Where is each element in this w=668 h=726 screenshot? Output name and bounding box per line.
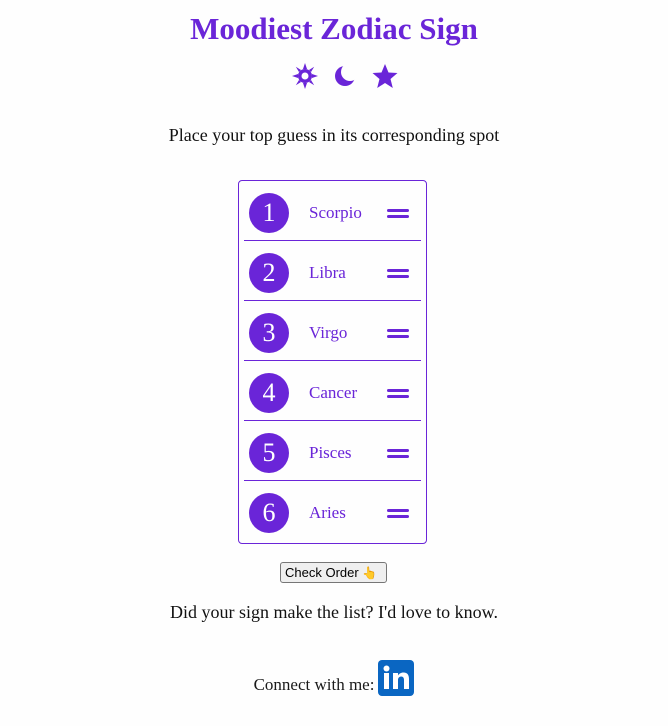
ranking-list: 1 Scorpio 2 Libra 3 Virgo 4 Cancer 5 Pis… bbox=[238, 180, 427, 544]
decoration-icons bbox=[0, 62, 668, 90]
drag-handle-icon[interactable] bbox=[387, 268, 409, 279]
sign-name: Libra bbox=[309, 263, 346, 282]
drag-handle-icon[interactable] bbox=[387, 388, 409, 399]
rank-number: 2 bbox=[249, 253, 289, 293]
sign-name: Cancer bbox=[309, 383, 358, 402]
ranking-item-6[interactable]: 6 Aries bbox=[244, 481, 421, 541]
rank-number: 4 bbox=[249, 373, 289, 413]
page-title: Moodiest Zodiac Sign bbox=[190, 11, 478, 46]
ranking-item-1[interactable]: 1 Scorpio bbox=[244, 181, 421, 241]
linkedin-icon[interactable] bbox=[378, 660, 415, 696]
drag-handle-icon[interactable] bbox=[387, 328, 409, 339]
drag-handle-icon[interactable] bbox=[387, 448, 409, 459]
connect-section: Connect with me: bbox=[0, 660, 668, 696]
connect-label: Connect with me: bbox=[253, 675, 375, 694]
sun-icon bbox=[291, 62, 319, 90]
ranking-item-3[interactable]: 3 Virgo bbox=[244, 301, 421, 361]
rank-number: 6 bbox=[249, 493, 289, 533]
rank-number: 5 bbox=[249, 433, 289, 473]
rank-number: 3 bbox=[249, 313, 289, 353]
check-order-label: Check Order bbox=[285, 565, 359, 580]
check-order-button[interactable]: Check Order 👆 bbox=[280, 562, 387, 583]
moon-icon bbox=[331, 62, 359, 90]
pointing-hand-icon: 👆 bbox=[362, 566, 378, 580]
ranking-item-5[interactable]: 5 Pisces bbox=[244, 421, 421, 481]
ranking-item-2[interactable]: 2 Libra bbox=[244, 241, 421, 301]
rank-number: 1 bbox=[249, 193, 289, 233]
ranking-item-4[interactable]: 4 Cancer bbox=[244, 361, 421, 421]
sign-name: Aries bbox=[309, 503, 346, 522]
sign-name: Scorpio bbox=[309, 203, 362, 222]
sign-name: Virgo bbox=[309, 323, 348, 342]
instructions-text: Place your top guess in its correspondin… bbox=[168, 125, 500, 145]
sign-name: Pisces bbox=[309, 443, 352, 462]
star-icon bbox=[371, 62, 399, 90]
question-text: Did your sign make the list? I'd love to… bbox=[169, 602, 499, 622]
drag-handle-icon[interactable] bbox=[387, 208, 409, 219]
drag-handle-icon[interactable] bbox=[387, 508, 409, 519]
